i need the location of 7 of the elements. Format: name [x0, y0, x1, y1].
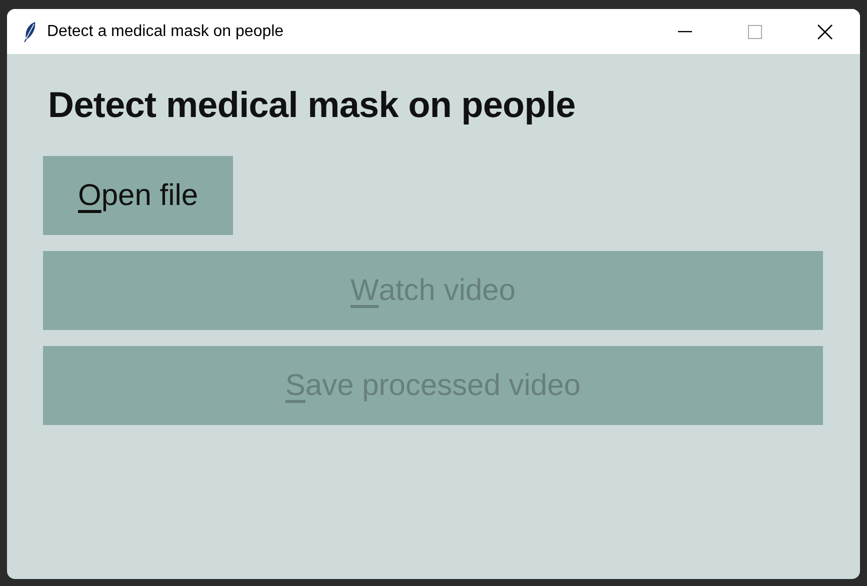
page-heading: Detect medical mask on people — [48, 84, 576, 126]
maximize-icon — [748, 24, 762, 38]
close-icon — [817, 24, 833, 40]
action-button[interactable]: Open file — [43, 156, 234, 235]
window-title: Detect a medical mask on people — [47, 22, 285, 40]
minimize-icon — [678, 30, 692, 32]
feather-icon — [23, 20, 37, 42]
